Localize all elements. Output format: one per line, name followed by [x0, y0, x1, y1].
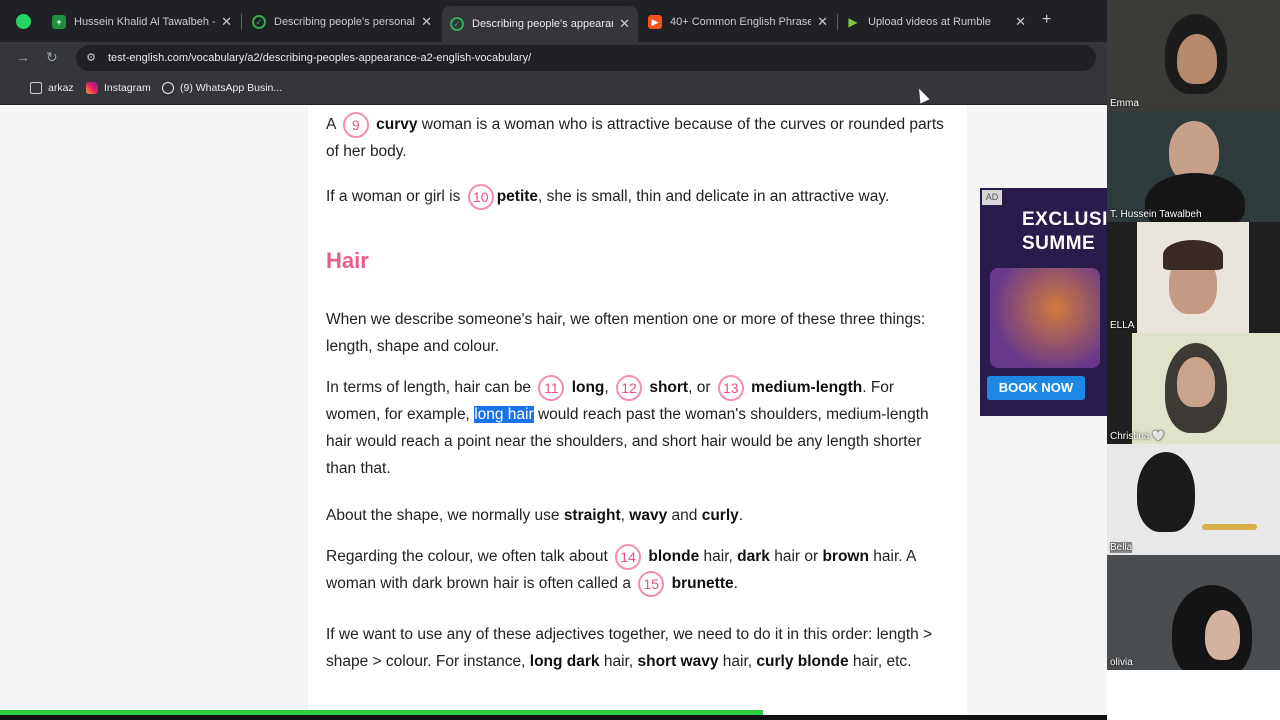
participant-tile-hussein[interactable]: T. Hussein Tawalbeh	[1107, 111, 1280, 222]
participant-face	[1205, 610, 1240, 660]
participant-face	[1177, 34, 1217, 84]
participant-face	[1177, 357, 1215, 407]
advertisement-banner[interactable]: AD EXCLUSI SUMME BOOK NOW	[980, 188, 1107, 416]
participant-tile-bella[interactable]: Bella	[1107, 444, 1280, 555]
ad-label: AD	[982, 190, 1002, 205]
check-circle-icon: ✓	[252, 15, 266, 29]
ad-book-now-button[interactable]: BOOK NOW	[987, 376, 1085, 400]
bookmark-whatsapp[interactable]: (9) WhatsApp Busin...	[162, 82, 282, 94]
ad-image	[990, 268, 1100, 368]
gap-number-9[interactable]: 9	[342, 111, 369, 138]
whatsapp-pinned-tab-icon[interactable]	[16, 14, 31, 29]
bookmark-arkaz[interactable]: arkaz	[30, 82, 74, 94]
gap-number-12[interactable]: 12	[616, 374, 643, 401]
new-tab-button[interactable]: +	[1042, 11, 1051, 29]
paragraph-curvy: A 9 curvy woman is a woman who is attrac…	[326, 111, 951, 165]
gap-number-13[interactable]: 13	[717, 374, 744, 401]
rumble-play-icon: ▶	[848, 15, 858, 29]
bookmarks-bar: arkaz Instagram (9) WhatsApp Busin...	[0, 74, 1107, 105]
gap-number-15[interactable]: 15	[638, 570, 665, 597]
close-icon[interactable]: ✕	[619, 16, 630, 32]
participant-tile-christina[interactable]: Christina 🤍	[1107, 333, 1280, 444]
paragraph-hair-colour: Regarding the colour, we often talk abou…	[326, 543, 951, 597]
article-content: A 9 curvy woman is a woman who is attrac…	[308, 106, 967, 720]
tab-3-active[interactable]: ✓ Describing people's appearance ✕	[442, 6, 638, 42]
paragraph-hair-shape: About the shape, we normally use straigh…	[326, 507, 744, 524]
section-heading-hair: Hair	[326, 248, 369, 273]
gap-number-11[interactable]: 11	[538, 374, 565, 401]
close-icon[interactable]: ✕	[421, 14, 432, 30]
tab-1[interactable]: + Hussein Khalid Al Tawalbeh - G ✕	[44, 8, 240, 36]
url-text: test-english.com/vocabulary/a2/describin…	[108, 52, 532, 64]
slides-icon: ▶	[648, 15, 662, 29]
site-info-icon[interactable]: ⚙	[84, 51, 98, 65]
paragraph-adjective-order: If we want to use any of these adjective…	[326, 626, 933, 670]
tab-2[interactable]: ✓ Describing people's personality ✕	[244, 8, 440, 36]
tab-separator	[241, 14, 242, 30]
check-circle-icon: ✓	[450, 17, 464, 31]
bookmark-instagram[interactable]: Instagram	[86, 82, 151, 94]
video-call-panel: Emma T. Hussein Tawalbeh ELLA Christina …	[1107, 0, 1280, 720]
tab-4[interactable]: ▶ 40+ Common English Phrases f ✕	[640, 8, 836, 36]
paragraph-petite: If a woman or girl is 10 petite, she is s…	[326, 183, 951, 210]
participant-video	[1163, 240, 1223, 270]
bottom-strip	[0, 715, 1107, 720]
gap-number-10[interactable]: 10	[467, 183, 494, 210]
participant-tile-olivia[interactable]: olivia	[1107, 555, 1280, 670]
paragraph-hair-intro: When we describe someone's hair, we ofte…	[326, 311, 926, 355]
tab-5[interactable]: ▶ Upload videos at Rumble ✕	[838, 8, 1034, 36]
ad-title: EXCLUSI SUMME	[1022, 209, 1107, 254]
participant-face	[1169, 121, 1219, 181]
participant-tile-emma[interactable]: Emma	[1107, 0, 1280, 111]
web-page: A 9 curvy woman is a woman who is attrac…	[0, 106, 1107, 720]
whatsapp-icon	[162, 82, 174, 94]
participant-tile-ella[interactable]: ELLA	[1107, 222, 1280, 333]
browser-toolbar: → ↻ ⚙ test-english.com/vocabulary/a2/des…	[0, 42, 1107, 74]
close-icon[interactable]: ✕	[817, 14, 828, 30]
close-icon[interactable]: ✕	[221, 14, 232, 30]
forward-arrow-icon[interactable]: →	[16, 49, 30, 65]
participant-tile-blank	[1107, 670, 1280, 720]
instagram-icon	[86, 82, 98, 94]
paragraph-hair-length: In terms of length, hair can be 11 long,…	[326, 374, 951, 482]
address-bar[interactable]: ⚙ test-english.com/vocabulary/a2/describ…	[76, 45, 1096, 71]
gap-number-14[interactable]: 14	[615, 543, 642, 570]
selected-text[interactable]: long hair	[474, 406, 534, 423]
folder-icon	[30, 82, 42, 94]
close-icon[interactable]: ✕	[1015, 14, 1026, 30]
tab-bar: + Hussein Khalid Al Tawalbeh - G ✕ ✓ Des…	[0, 0, 1107, 42]
participant-video	[1137, 452, 1195, 532]
google-sheets-icon: +	[52, 15, 66, 29]
reload-icon[interactable]: ↻	[46, 49, 58, 66]
